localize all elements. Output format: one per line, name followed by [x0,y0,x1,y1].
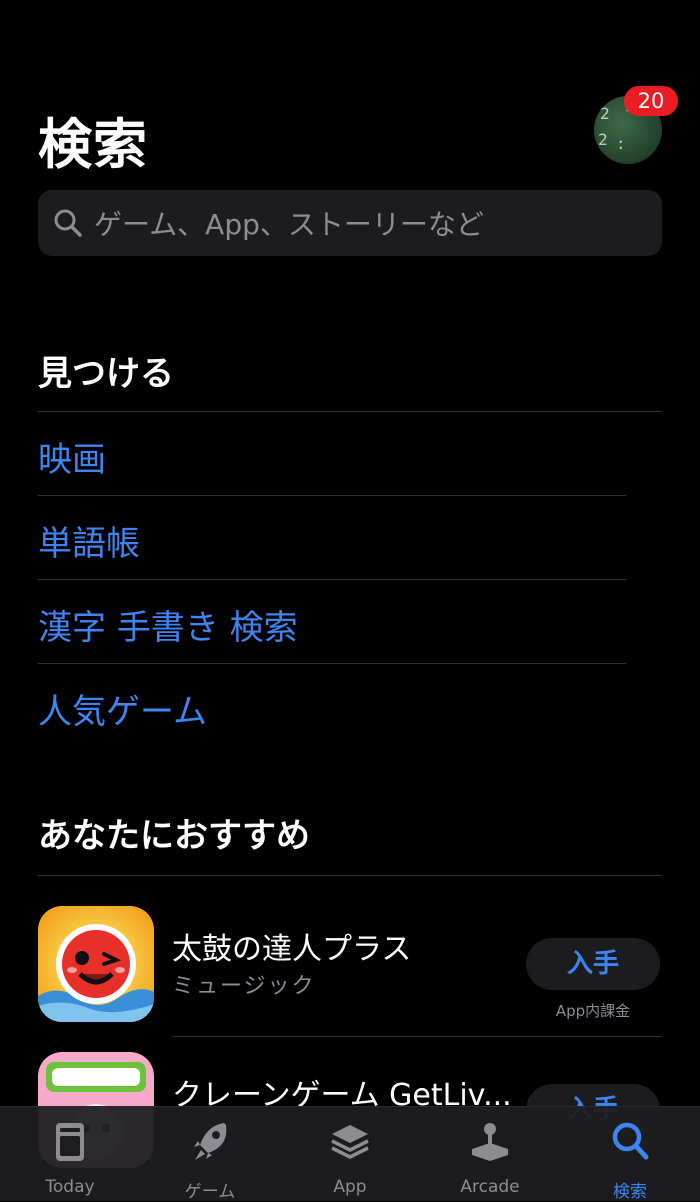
tab-label: ゲーム [184,1182,236,1202]
search-icon [612,1122,649,1160]
tab-label: Arcade [460,1177,520,1197]
in-app-purchase-note: App内課金 [555,1002,631,1020]
tab-bar: Today ゲーム App Arcade 検索 [0,1106,700,1202]
rocket-icon [194,1123,227,1160]
get-button[interactable]: 入手 [526,938,660,990]
discover-section-title: 見つける [38,354,174,394]
page-title: 検索 [38,113,148,176]
recommended-section-title: あなたにおすすめ [38,816,310,856]
divider [38,663,626,664]
joystick-icon [472,1123,508,1161]
app-name[interactable]: 太鼓の達人プラス [172,924,411,968]
discover-item-kanji-search[interactable]: 漢字 手書き 検索 [38,600,298,649]
divider [38,875,662,876]
tab-search[interactable]: 検索 [560,1107,700,1202]
notification-badge: 20 [624,86,678,116]
tab-label: Today [45,1177,95,1197]
tab-label: App [333,1177,367,1197]
today-icon [56,1123,84,1161]
divider [38,495,626,496]
search-field[interactable]: ゲーム、App、ストーリーなど [38,190,662,256]
divider [172,1036,662,1037]
discover-item-vocabulary[interactable]: 単語帳 [38,516,140,565]
tab-apps[interactable]: App [280,1107,420,1201]
divider [38,579,626,580]
search-icon [54,209,82,237]
taiko-drum-icon [38,906,154,1022]
divider [38,411,662,412]
tab-label: 検索 [613,1182,647,1202]
app-category: ミュージック [172,974,316,999]
discover-item-popular-games[interactable]: 人気ゲーム [38,684,207,733]
tab-games[interactable]: ゲーム [140,1107,280,1202]
tab-arcade[interactable]: Arcade [420,1107,560,1201]
app-icon-taiko[interactable] [38,906,154,1022]
discover-item-movies[interactable]: 映画 [38,432,106,481]
tab-today[interactable]: Today [0,1107,140,1201]
layers-icon [331,1125,369,1159]
search-placeholder: ゲーム、App、ストーリーなど [94,208,484,241]
